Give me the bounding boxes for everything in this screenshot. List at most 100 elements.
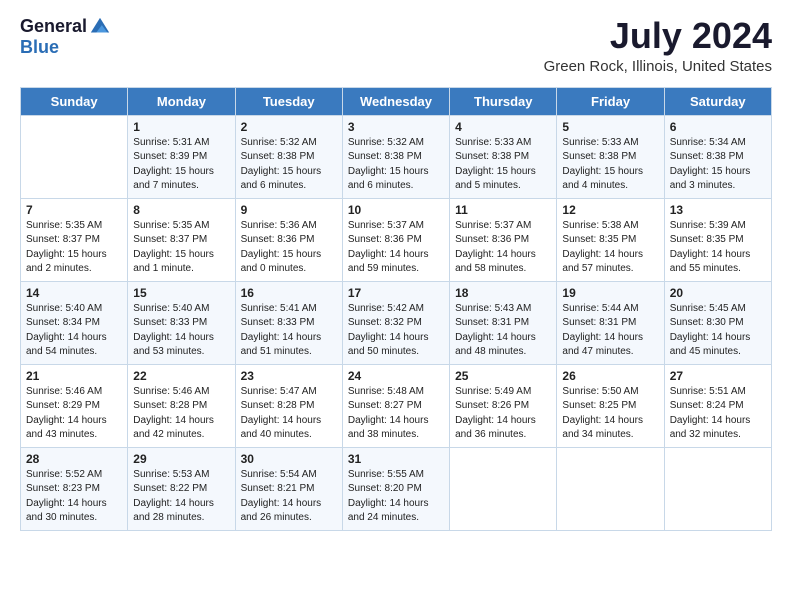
calendar-cell: 14 Sunrise: 5:40 AMSunset: 8:34 PMDayligh… xyxy=(21,281,128,364)
cell-info: Sunrise: 5:49 AMSunset: 8:26 PMDaylight:… xyxy=(455,385,551,443)
calendar-cell: 12 Sunrise: 5:38 AMSunset: 8:35 PMDayligh… xyxy=(557,198,664,281)
cell-info: Sunrise: 5:52 AMSunset: 8:23 PMDaylight:… xyxy=(26,468,122,526)
cell-info: Sunrise: 5:32 AMSunset: 8:38 PMDaylight:… xyxy=(348,136,444,194)
day-number: 26 xyxy=(562,369,658,383)
calendar-cell: 31 Sunrise: 5:55 AMSunset: 8:20 PMDayligh… xyxy=(342,447,449,530)
calendar-cell: 15 Sunrise: 5:40 AMSunset: 8:33 PMDayligh… xyxy=(128,281,235,364)
calendar-cell: 18 Sunrise: 5:43 AMSunset: 8:31 PMDayligh… xyxy=(450,281,557,364)
calendar-cell: 8 Sunrise: 5:35 AMSunset: 8:37 PMDaylight… xyxy=(128,198,235,281)
logo-general: General xyxy=(20,17,87,37)
calendar-cell: 25Sunrise: 5:49 AMSunset: 8:26 PMDayligh… xyxy=(450,364,557,447)
day-number: 14 xyxy=(26,286,122,300)
day-number: 3 xyxy=(348,120,444,134)
header-wednesday: Wednesday xyxy=(342,87,449,115)
day-number: 23 xyxy=(241,369,337,383)
header-monday: Monday xyxy=(128,87,235,115)
cell-info: Sunrise: 5:32 AMSunset: 8:38 PMDaylight:… xyxy=(241,136,337,194)
day-number: 29 xyxy=(133,452,229,466)
calendar-cell: 13Sunrise: 5:39 AMSunset: 8:35 PMDayligh… xyxy=(664,198,771,281)
cell-info: Sunrise: 5:35 AMSunset: 8:37 PMDaylight:… xyxy=(133,219,229,277)
calendar-cell: 23 Sunrise: 5:47 AMSunset: 8:28 PMDayligh… xyxy=(235,364,342,447)
calendar-cell: 7 Sunrise: 5:35 AMSunset: 8:37 PMDaylight… xyxy=(21,198,128,281)
calendar-cell: 19 Sunrise: 5:44 AMSunset: 8:31 PMDayligh… xyxy=(557,281,664,364)
day-number: 28 xyxy=(26,452,122,466)
header-thursday: Thursday xyxy=(450,87,557,115)
cell-info: Sunrise: 5:37 AMSunset: 8:36 PMDaylight:… xyxy=(455,219,551,277)
cell-info: Sunrise: 5:38 AMSunset: 8:35 PMDaylight:… xyxy=(562,219,658,277)
cell-info: Sunrise: 5:33 AMSunset: 8:38 PMDaylight:… xyxy=(455,136,551,194)
calendar-cell: 10Sunrise: 5:37 AMSunset: 8:36 PMDayligh… xyxy=(342,198,449,281)
calendar-cell: 11Sunrise: 5:37 AMSunset: 8:36 PMDayligh… xyxy=(450,198,557,281)
calendar-cell: 1Sunrise: 5:31 AMSunset: 8:39 PMDaylight… xyxy=(128,115,235,198)
day-number: 8 xyxy=(133,203,229,217)
calendar-cell xyxy=(557,447,664,530)
cell-info: Sunrise: 5:34 AMSunset: 8:38 PMDaylight:… xyxy=(670,136,766,194)
cell-info: Sunrise: 5:44 AMSunset: 8:31 PMDaylight:… xyxy=(562,302,658,360)
page-header: General Blue July 2024 Green Rock, Illin… xyxy=(20,16,772,75)
cell-info: Sunrise: 5:53 AMSunset: 8:22 PMDaylight:… xyxy=(133,468,229,526)
logo: General Blue xyxy=(20,16,111,58)
cell-info: Sunrise: 5:50 AMSunset: 8:25 PMDaylight:… xyxy=(562,385,658,443)
day-number: 12 xyxy=(562,203,658,217)
calendar-cell: 30 Sunrise: 5:54 AMSunset: 8:21 PMDayligh… xyxy=(235,447,342,530)
calendar-week-3: 14 Sunrise: 5:40 AMSunset: 8:34 PMDayligh… xyxy=(21,281,772,364)
cell-info: Sunrise: 5:40 AMSunset: 8:33 PMDaylight:… xyxy=(133,302,229,360)
header-sunday: Sunday xyxy=(21,87,128,115)
day-number: 27 xyxy=(670,369,766,383)
header-friday: Friday xyxy=(557,87,664,115)
day-number: 15 xyxy=(133,286,229,300)
calendar-cell: 4 Sunrise: 5:33 AMSunset: 8:38 PMDaylight… xyxy=(450,115,557,198)
calendar-cell xyxy=(21,115,128,198)
header-tuesday: Tuesday xyxy=(235,87,342,115)
calendar-cell: 21 Sunrise: 5:46 AMSunset: 8:29 PMDayligh… xyxy=(21,364,128,447)
cell-info: Sunrise: 5:55 AMSunset: 8:20 PMDaylight:… xyxy=(348,468,444,526)
day-number: 18 xyxy=(455,286,551,300)
calendar-cell: 6 Sunrise: 5:34 AMSunset: 8:38 PMDaylight… xyxy=(664,115,771,198)
day-number: 20 xyxy=(670,286,766,300)
cell-info: Sunrise: 5:35 AMSunset: 8:37 PMDaylight:… xyxy=(26,219,122,277)
day-number: 13 xyxy=(670,203,766,217)
calendar-table: Sunday Monday Tuesday Wednesday Thursday… xyxy=(20,87,772,531)
calendar-week-2: 7 Sunrise: 5:35 AMSunset: 8:37 PMDaylight… xyxy=(21,198,772,281)
cell-info: Sunrise: 5:40 AMSunset: 8:34 PMDaylight:… xyxy=(26,302,122,360)
title-block: July 2024 Green Rock, Illinois, United S… xyxy=(544,16,772,75)
day-number: 5 xyxy=(562,120,658,134)
day-number: 31 xyxy=(348,452,444,466)
logo-blue: Blue xyxy=(20,37,59,57)
location-subtitle: Green Rock, Illinois, United States xyxy=(544,58,772,75)
month-year-title: July 2024 xyxy=(544,16,772,56)
day-number: 2 xyxy=(241,120,337,134)
calendar-week-4: 21 Sunrise: 5:46 AMSunset: 8:29 PMDayligh… xyxy=(21,364,772,447)
cell-info: Sunrise: 5:46 AMSunset: 8:29 PMDaylight:… xyxy=(26,385,122,443)
header-row: Sunday Monday Tuesday Wednesday Thursday… xyxy=(21,87,772,115)
day-number: 24 xyxy=(348,369,444,383)
day-number: 30 xyxy=(241,452,337,466)
day-number: 22 xyxy=(133,369,229,383)
cell-info: Sunrise: 5:54 AMSunset: 8:21 PMDaylight:… xyxy=(241,468,337,526)
day-number: 17 xyxy=(348,286,444,300)
cell-info: Sunrise: 5:43 AMSunset: 8:31 PMDaylight:… xyxy=(455,302,551,360)
logo-icon xyxy=(89,16,111,38)
calendar-week-1: 1Sunrise: 5:31 AMSunset: 8:39 PMDaylight… xyxy=(21,115,772,198)
day-number: 9 xyxy=(241,203,337,217)
day-number: 6 xyxy=(670,120,766,134)
day-number: 19 xyxy=(562,286,658,300)
calendar-cell: 29 Sunrise: 5:53 AMSunset: 8:22 PMDayligh… xyxy=(128,447,235,530)
calendar-cell: 28 Sunrise: 5:52 AMSunset: 8:23 PMDayligh… xyxy=(21,447,128,530)
calendar-cell xyxy=(450,447,557,530)
calendar-cell: 20 Sunrise: 5:45 AMSunset: 8:30 PMDayligh… xyxy=(664,281,771,364)
day-number: 7 xyxy=(26,203,122,217)
calendar-cell: 24 Sunrise: 5:48 AMSunset: 8:27 PMDayligh… xyxy=(342,364,449,447)
cell-info: Sunrise: 5:42 AMSunset: 8:32 PMDaylight:… xyxy=(348,302,444,360)
cell-info: Sunrise: 5:48 AMSunset: 8:27 PMDaylight:… xyxy=(348,385,444,443)
day-number: 1 xyxy=(133,120,229,134)
day-number: 21 xyxy=(26,369,122,383)
cell-info: Sunrise: 5:46 AMSunset: 8:28 PMDaylight:… xyxy=(133,385,229,443)
cell-info: Sunrise: 5:47 AMSunset: 8:28 PMDaylight:… xyxy=(241,385,337,443)
cell-info: Sunrise: 5:36 AMSunset: 8:36 PMDaylight:… xyxy=(241,219,337,277)
calendar-cell: 26 Sunrise: 5:50 AMSunset: 8:25 PMDayligh… xyxy=(557,364,664,447)
day-number: 4 xyxy=(455,120,551,134)
cell-info: Sunrise: 5:51 AMSunset: 8:24 PMDaylight:… xyxy=(670,385,766,443)
day-number: 10 xyxy=(348,203,444,217)
cell-info: Sunrise: 5:45 AMSunset: 8:30 PMDaylight:… xyxy=(670,302,766,360)
